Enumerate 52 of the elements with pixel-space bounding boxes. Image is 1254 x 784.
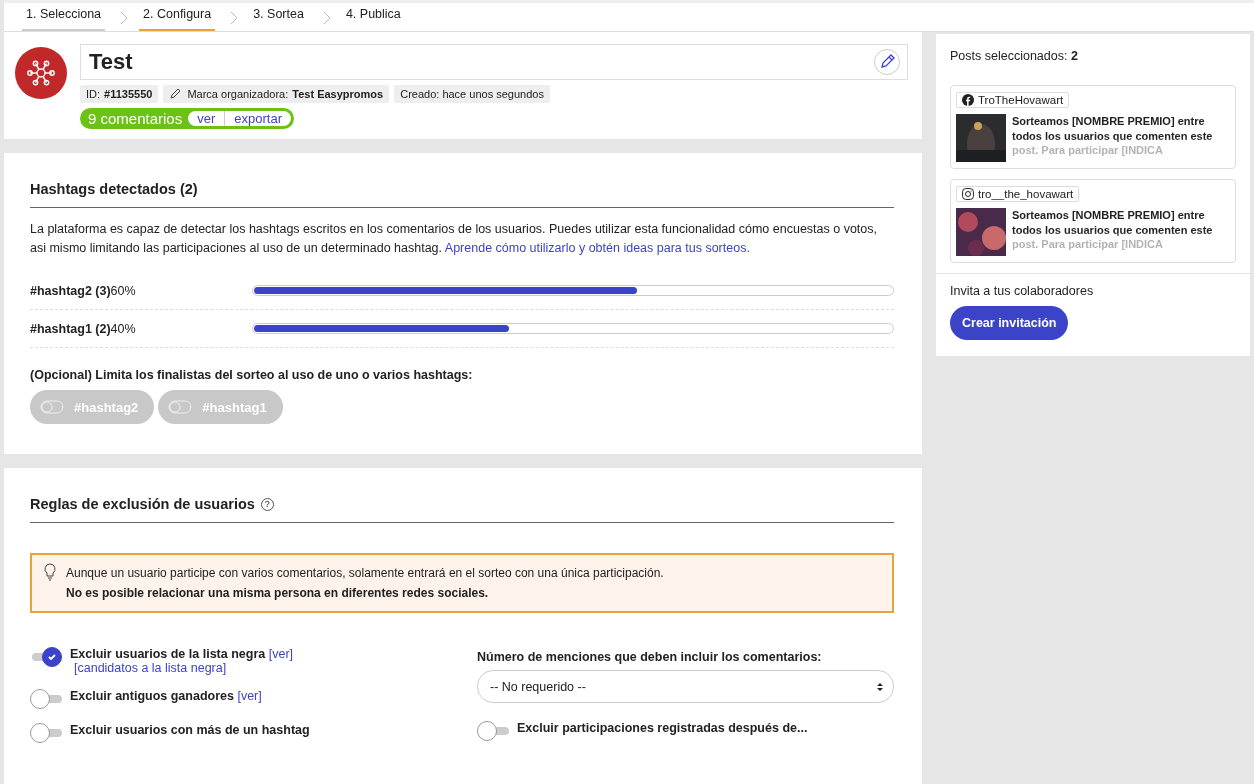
section-title: Reglas de exclusión de usuarios [30, 496, 255, 512]
toggle-switch[interactable] [30, 723, 62, 743]
chevron-icon [229, 11, 240, 25]
export-link[interactable]: exportar [224, 111, 291, 126]
toggle-switch[interactable] [30, 689, 62, 709]
toggle-switch[interactable] [30, 647, 62, 667]
brand-tag: Marca organizadora: Test Easypromos [163, 85, 390, 103]
section-title: Hashtags detectados (2) [30, 181, 198, 197]
mentions-select[interactable]: -- No requerido -- [477, 670, 894, 703]
toggle-icon [40, 400, 64, 414]
chevron-icon [119, 11, 130, 25]
chevron-icon [321, 11, 332, 25]
account-tag: tro__the_hovawart [956, 186, 1080, 202]
post-card[interactable]: tro__the_hovawart Sorteamos [NOMBRE PREMIO] entre todos los usuarios que comenten este post. Para participar [INDICA [950, 179, 1236, 263]
step-tab[interactable]: 3. Sortea [249, 3, 308, 31]
rule-label: Excluir participaciones registradas después de... [517, 721, 808, 735]
mentions-label: Número de menciones que deben incluir los comentarios: [477, 650, 822, 664]
help-link[interactable]: Aprende cómo utilizarlo y obtén ideas para tus sorteos. [444, 241, 750, 255]
view-link[interactable]: [ver] [237, 689, 262, 703]
notice-text: Aunque un usuario participe con varios comentarios, solamente entrará en el sorteo con una única participación. [66, 565, 664, 582]
facebook-icon [962, 94, 974, 106]
toggle-switch[interactable] [477, 721, 509, 741]
lightbulb-icon [44, 563, 56, 581]
check-icon [47, 652, 57, 662]
post-text: Sorteamos [NOMBRE PREMIO] entre todos los usuarios que comenten este post. Para participar [INDICA [1012, 208, 1214, 251]
create-invitation-button[interactable]: Crear invitación [950, 306, 1069, 340]
invite-label: Invita a tus colaboradores [950, 284, 1095, 298]
id-tag: ID: #1135550 [80, 85, 159, 103]
view-link[interactable]: [ver] [268, 647, 293, 661]
comments-count: 9 comentarios [88, 110, 183, 127]
post-card[interactable]: TroTheHovawart Sorteamos [NOMBRE PREMIO] entre todos los usuarios que comenten este post. Para participar [INDICA [950, 85, 1236, 169]
step-tab[interactable]: 4. Publica [341, 3, 405, 31]
rule-label: Excluir antiguos ganadores [70, 689, 234, 703]
view-link[interactable]: ver [188, 111, 225, 126]
select-arrows-icon [877, 681, 883, 692]
title-field[interactable]: Test [80, 44, 908, 80]
blacklist-link[interactable]: [candidatos a la lista negra] [74, 661, 227, 675]
rule-label: Excluir usuarios de la lista negra [70, 647, 266, 661]
description-text: La plataforma es capaz de detectar los hashtags escritos en los comentarios de los usuarios. Puedes utilizar esta funcionalidad cómo encuestas o votos, asi mismo limitando las participaciones al uso de un determinado hashtag. Aprende cómo utilizarlo y obtén ideas para tus sorteos. [30, 221, 878, 257]
filter-label: (Opcional) Limita los finalistas del sorteo al uso de uno o varios hashtags: [30, 368, 474, 382]
hashtag-stat: #hashtag1 (2)40% [30, 321, 137, 336]
post-text: Sorteamos [NOMBRE PREMIO] entre todos los usuarios que comenten este post. Para participar [INDICA [1012, 114, 1214, 157]
edit-icon[interactable] [873, 48, 901, 76]
posts-count: Posts seleccionados: 2 [950, 49, 1079, 63]
hashtag-stat: #hashtag2 (3)60% [30, 283, 137, 298]
instagram-icon [962, 188, 974, 200]
created-tag: Creado: hace unos segundos [394, 85, 550, 103]
network-icon [14, 46, 68, 100]
account-tag: TroTheHovawart [956, 92, 1070, 108]
toggle-icon [168, 400, 193, 414]
rule-label: Excluir usuarios con más de un hashtag [70, 723, 310, 737]
notice-bold-text: No es posible relacionar una misma persona en diferentes redes sociales. [66, 585, 490, 602]
